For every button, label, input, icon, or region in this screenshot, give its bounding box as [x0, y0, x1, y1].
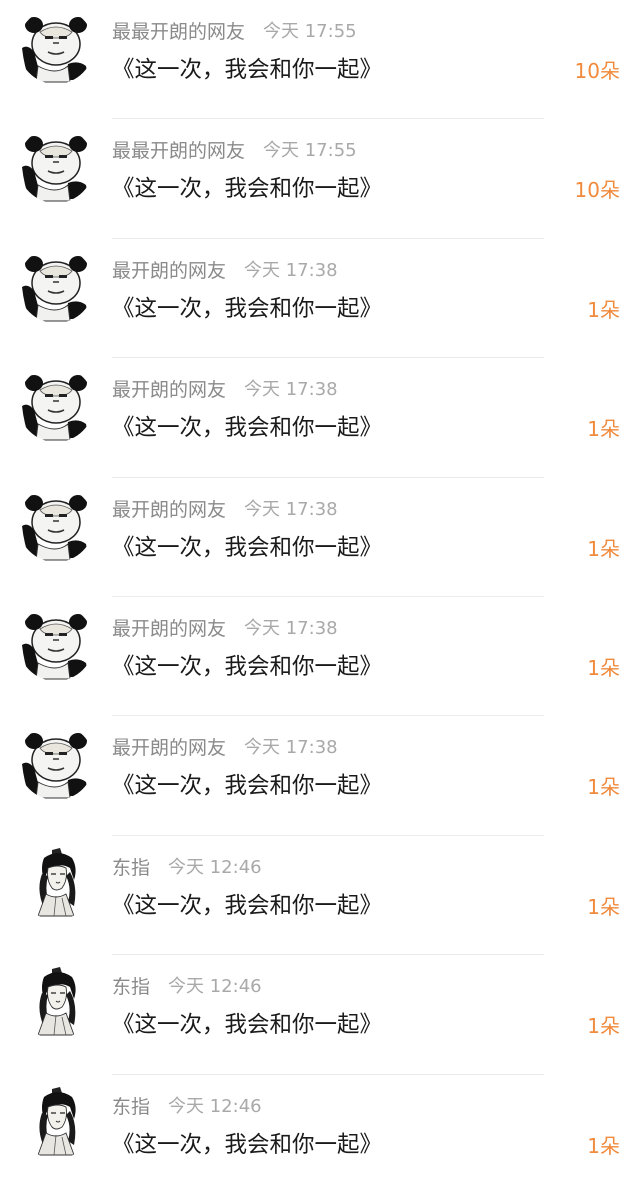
- list-item[interactable]: 东指 今天 12:46 《这一次，我会和你一起》 1朵: [0, 955, 640, 1075]
- user-name[interactable]: 最开朗的网友: [112, 498, 226, 522]
- gift-message: 《这一次，我会和你一起》: [112, 415, 383, 442]
- gift-message: 《这一次，我会和你一起》: [112, 773, 383, 800]
- timestamp: 今天 12:46: [168, 1095, 262, 1117]
- avatar-panda-meme[interactable]: [18, 8, 94, 84]
- gift-message: 《这一次，我会和你一起》: [112, 654, 383, 680]
- gift-message: 《这一次，我会和你一起》: [112, 1131, 383, 1158]
- ink-portrait-icon: [18, 843, 94, 920]
- avatar-ink-portrait[interactable]: [18, 963, 94, 1040]
- user-name[interactable]: 最开朗的网友: [112, 259, 226, 283]
- flower-count: 1朵: [587, 775, 620, 800]
- timestamp: 今天 17:55: [263, 21, 357, 42]
- avatar-panda-meme[interactable]: [18, 246, 94, 323]
- panda-meme-icon: [18, 724, 94, 801]
- timestamp: 今天 17:38: [244, 498, 338, 520]
- timestamp: 今天 12:46: [168, 856, 262, 878]
- user-name[interactable]: 最开朗的网友: [112, 378, 226, 402]
- gift-message: 《这一次，我会和你一起》: [112, 176, 383, 203]
- flower-count: 1朵: [587, 417, 620, 442]
- list-item[interactable]: 最开朗的网友 今天 17:38 《这一次，我会和你一起》 1朵: [0, 239, 640, 359]
- timestamp: 今天 17:38: [244, 259, 338, 281]
- avatar-panda-meme[interactable]: [18, 605, 94, 681]
- user-name[interactable]: 东指: [112, 856, 150, 880]
- timestamp: 今天 17:55: [263, 140, 357, 162]
- list-item[interactable]: 东指 今天 12:46 《这一次，我会和你一起》 1朵: [0, 836, 640, 956]
- avatar-panda-meme[interactable]: [18, 127, 94, 204]
- panda-meme-icon: [18, 605, 94, 681]
- avatar-panda-meme[interactable]: [18, 485, 94, 562]
- gift-message: 《这一次，我会和你一起》: [112, 57, 383, 83]
- user-name[interactable]: 最开朗的网友: [112, 736, 226, 760]
- list-item[interactable]: 东指 今天 12:46 《这一次，我会和你一起》 1朵: [0, 1075, 640, 1194]
- gift-message: 《这一次，我会和你一起》: [112, 295, 383, 322]
- avatar-panda-meme[interactable]: [18, 724, 94, 801]
- list-item[interactable]: 最最开朗的网友 今天 17:55 《这一次，我会和你一起》 10朵: [0, 119, 640, 239]
- flower-count: 1朵: [587, 656, 620, 680]
- user-name[interactable]: 东指: [112, 1095, 150, 1119]
- gift-message: 《这一次，我会和你一起》: [112, 1012, 383, 1039]
- panda-meme-icon: [18, 366, 94, 443]
- list-item[interactable]: 最开朗的网友 今天 17:38 《这一次，我会和你一起》 1朵: [0, 478, 640, 597]
- list-item[interactable]: 最开朗的网友 今天 17:38 《这一次，我会和你一起》 1朵: [0, 597, 640, 717]
- flower-count: 1朵: [587, 536, 620, 561]
- timestamp: 今天 17:38: [244, 737, 338, 759]
- flower-count: 1朵: [587, 1014, 620, 1039]
- list-item[interactable]: 最开朗的网友 今天 17:38 《这一次，我会和你一起》 1朵: [0, 358, 640, 478]
- panda-meme-icon: [18, 485, 94, 562]
- user-name[interactable]: 最开朗的网友: [112, 617, 226, 641]
- ink-portrait-icon: [18, 963, 94, 1040]
- avatar-ink-portrait[interactable]: [18, 843, 94, 920]
- user-name[interactable]: 最最开朗的网友: [112, 139, 245, 163]
- gift-message: 《这一次，我会和你一起》: [112, 892, 383, 919]
- timestamp: 今天 12:46: [168, 976, 262, 998]
- avatar-panda-meme[interactable]: [18, 366, 94, 443]
- flower-count: 1朵: [587, 297, 620, 322]
- flower-count: 10朵: [574, 178, 620, 203]
- list-item[interactable]: 最开朗的网友 今天 17:38 《这一次，我会和你一起》 1朵: [0, 716, 640, 836]
- user-name[interactable]: 最最开朗的网友: [112, 20, 245, 44]
- ink-portrait-icon: [18, 1082, 94, 1159]
- panda-meme-icon: [18, 246, 94, 323]
- flower-count: 10朵: [574, 59, 620, 83]
- list-item[interactable]: 最最开朗的网友 今天 17:55 《这一次，我会和你一起》 10朵: [0, 0, 640, 120]
- panda-meme-icon: [18, 8, 94, 84]
- timestamp: 今天 17:38: [244, 618, 338, 639]
- gift-message: 《这一次，我会和你一起》: [112, 534, 383, 561]
- user-name[interactable]: 东指: [112, 975, 150, 999]
- flower-count: 1朵: [587, 894, 620, 919]
- timestamp: 今天 17:38: [244, 379, 338, 401]
- panda-meme-icon: [18, 127, 94, 204]
- flower-count: 1朵: [587, 1133, 620, 1158]
- avatar-ink-portrait[interactable]: [18, 1082, 94, 1159]
